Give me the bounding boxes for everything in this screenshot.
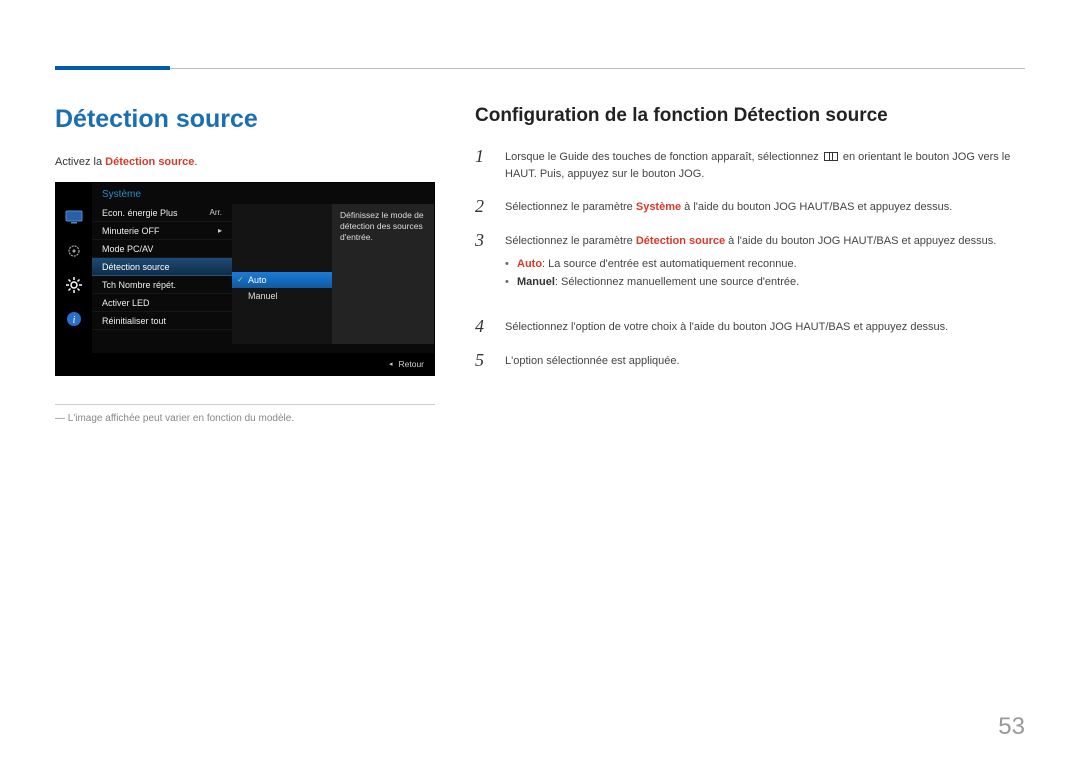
osd-desc: Définissez le mode de détection des sour… (332, 204, 434, 344)
osd-iconbar: i (56, 183, 92, 353)
osd-item-label: Activer LED (102, 298, 150, 308)
osd-body: i Système Econ. énergie Plus Arr. (56, 183, 434, 353)
step-number: 2 (475, 197, 491, 217)
content-columns: Détection source Activez la Détection so… (55, 50, 1025, 424)
step-body: Sélectionnez le paramètre Détection sour… (505, 231, 996, 303)
osd-sub-manuel[interactable]: Manuel (232, 288, 332, 304)
bullet-auto: Auto: La source d'entrée est automatique… (505, 256, 996, 274)
osd-item-label: Mode PC/AV (102, 244, 153, 254)
osd-cols: Econ. énergie Plus Arr. Minuterie OFF ▸ … (92, 204, 434, 344)
bullet-manuel-rest: : Sélectionnez manuellement une source d… (555, 276, 799, 288)
page-container: Détection source Activez la Détection so… (0, 0, 1080, 763)
step-number: 1 (475, 147, 491, 183)
right-column: Configuration de la fonction Détection s… (475, 105, 1025, 424)
step-5: 5 L'option sélectionnée est appliquée. (475, 351, 1025, 371)
osd-header: Système (92, 183, 434, 204)
info-icon: i (64, 309, 84, 329)
note-divider: L'image affichée peut varier en fonction… (55, 404, 435, 424)
osd-screenshot: i Système Econ. énergie Plus Arr. (55, 182, 435, 376)
intro-line: Activez la Détection source. (55, 156, 435, 168)
step-1: 1 Lorsque le Guide des touches de foncti… (475, 147, 1025, 183)
osd-item-label: Econ. énergie Plus (102, 208, 178, 218)
osd-main: Système Econ. énergie Plus Arr. Minuteri… (92, 183, 434, 353)
left-column: Détection source Activez la Détection so… (55, 105, 435, 424)
menu-icon (824, 152, 838, 161)
top-rule (55, 68, 1025, 69)
intro-highlight: Détection source (105, 156, 194, 168)
gear-icon (64, 275, 84, 295)
step-2: 2 Sélectionnez le paramètre Système à l'… (475, 197, 1025, 217)
intro-prefix: Activez la (55, 156, 105, 168)
bullet-auto-hl: Auto (517, 258, 542, 270)
top-rule-accent (55, 66, 170, 70)
step-body: Sélectionnez le paramètre Système à l'ai… (505, 197, 952, 217)
step-number: 5 (475, 351, 491, 371)
osd-item-reinit[interactable]: Réinitialiser tout (92, 312, 232, 330)
page-number: 53 (998, 713, 1025, 741)
step2-text-b: à l'aide du bouton JOG HAUT/BAS et appuy… (681, 201, 952, 213)
osd-item-minuterie[interactable]: Minuterie OFF ▸ (92, 222, 232, 240)
step1-text-a: Lorsque le Guide des touches de fonction… (505, 151, 822, 163)
step-body: Sélectionnez l'option de votre choix à l… (505, 317, 948, 337)
step-number: 3 (475, 231, 491, 303)
step3-text-a: Sélectionnez le paramètre (505, 235, 636, 247)
step-number: 4 (475, 317, 491, 337)
intro-suffix: . (194, 156, 197, 168)
osd-sub-auto[interactable]: Auto (232, 272, 332, 288)
svg-text:i: i (73, 315, 76, 326)
section-title: Détection source (55, 105, 435, 134)
osd-item-label: Détection source (102, 262, 170, 272)
bullets: Auto: La source d'entrée est automatique… (505, 256, 996, 291)
bullet-manuel: Manuel: Sélectionnez manuellement une so… (505, 274, 996, 292)
model-note: L'image affichée peut varier en fonction… (55, 413, 435, 424)
osd-item-activer-led[interactable]: Activer LED (92, 294, 232, 312)
osd-item-label: Minuterie OFF (102, 226, 160, 236)
step2-highlight: Système (636, 201, 681, 213)
osd-item-detection-source[interactable]: Détection source (92, 258, 232, 276)
step3-highlight: Détection source (636, 235, 725, 247)
osd-footer-label: Retour (398, 359, 424, 369)
osd-sublist: Auto Manuel (232, 204, 332, 344)
monitor-icon (64, 207, 84, 227)
step-4: 4 Sélectionnez l'option de votre choix à… (475, 317, 1025, 337)
osd-item-modepcav[interactable]: Mode PC/AV (92, 240, 232, 258)
back-arrow-icon: ◂ (389, 360, 393, 368)
bullet-auto-rest: : La source d'entrée est automatiquement… (542, 258, 797, 270)
config-title: Configuration de la fonction Détection s… (475, 105, 1025, 127)
osd-list: Econ. énergie Plus Arr. Minuterie OFF ▸ … (92, 204, 232, 344)
step-body: Lorsque le Guide des touches de fonction… (505, 147, 1025, 183)
step2-text-a: Sélectionnez le paramètre (505, 201, 636, 213)
osd-footer: ◂ Retour (56, 353, 434, 375)
osd-item-value: Arr. (210, 208, 222, 217)
target-icon (64, 241, 84, 261)
osd-item-econ[interactable]: Econ. énergie Plus Arr. (92, 204, 232, 222)
osd-item-label: Tch Nombre répét. (102, 280, 176, 290)
osd-item-value: ▸ (218, 226, 222, 235)
bullet-manuel-hl: Manuel (517, 276, 555, 288)
step3-text-b: à l'aide du bouton JOG HAUT/BAS et appuy… (725, 235, 996, 247)
osd-item-label: Réinitialiser tout (102, 316, 166, 326)
osd-item-tch[interactable]: Tch Nombre répét. (92, 276, 232, 294)
step-body: L'option sélectionnée est appliquée. (505, 351, 680, 371)
step-3: 3 Sélectionnez le paramètre Détection so… (475, 231, 1025, 303)
